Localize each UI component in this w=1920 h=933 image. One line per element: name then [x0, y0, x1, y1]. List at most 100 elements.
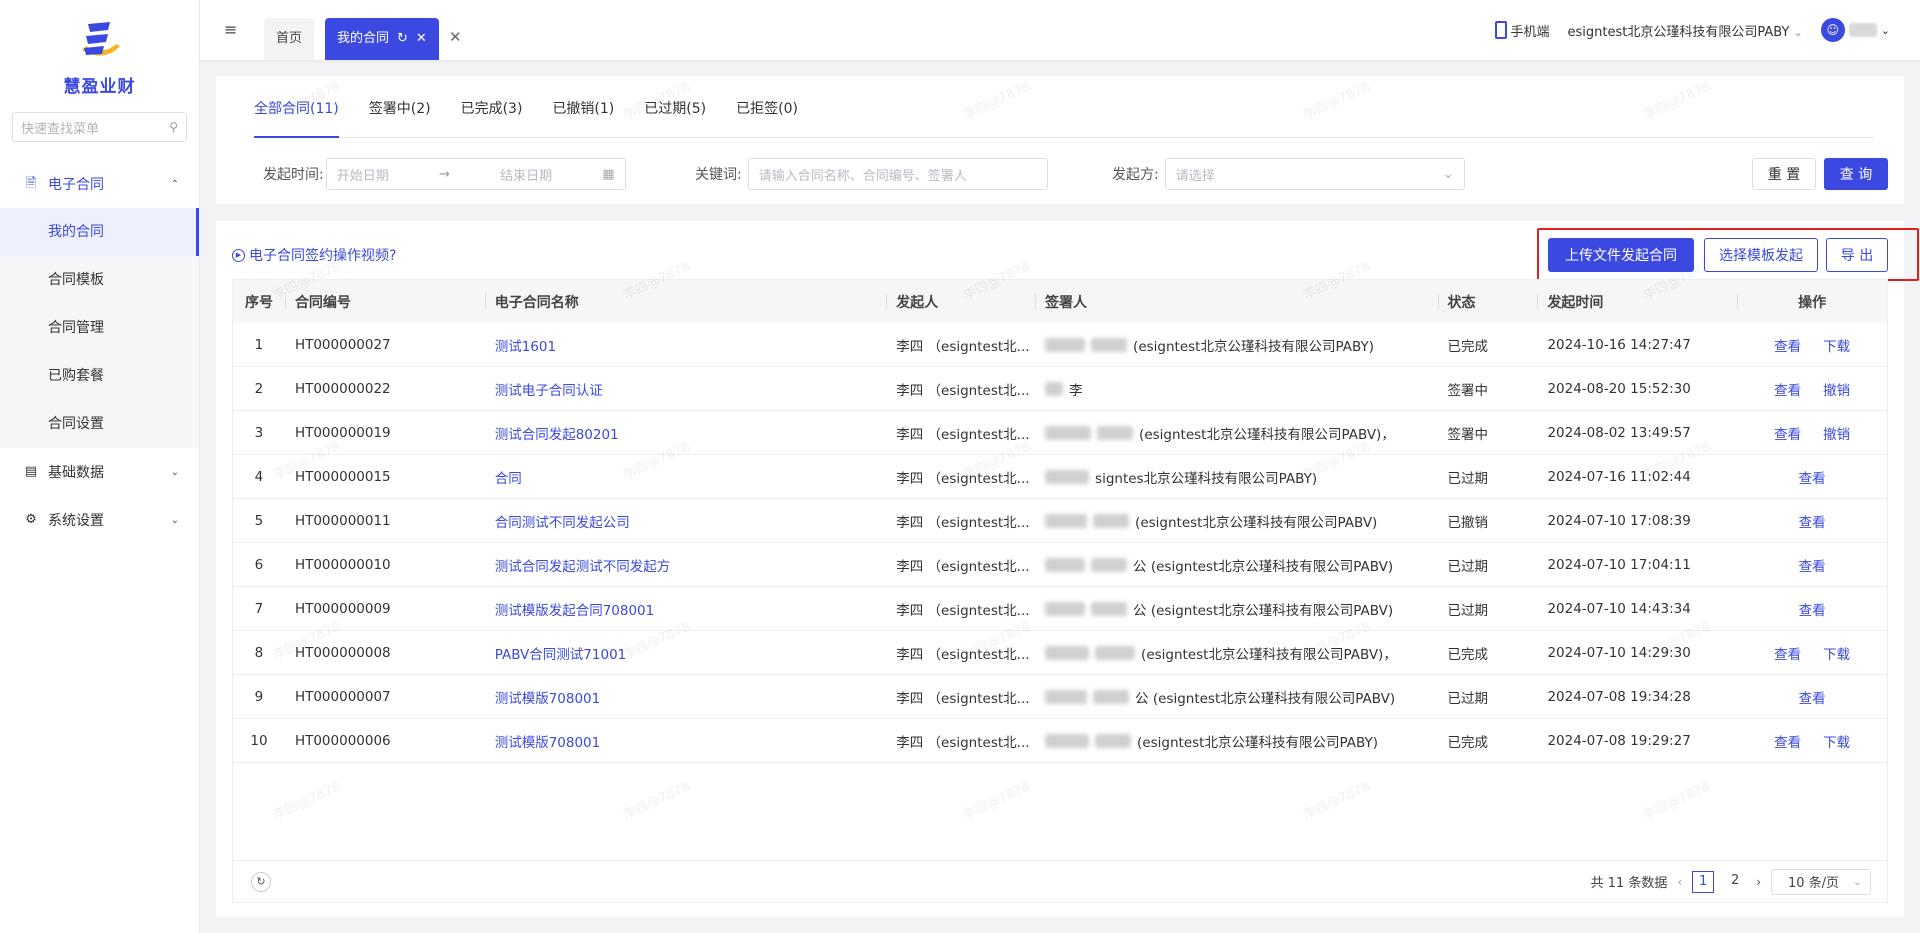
row-signer-cell: 公 (esigntest北京公瑾科技有限公司PABV) [1035, 675, 1438, 718]
highlight-annotation [1537, 228, 1919, 281]
sidebar-item-contract-settings[interactable]: 合同设置 [0, 400, 199, 448]
row-time: 2024-07-16 11:02:44 [1547, 468, 1691, 485]
menu-collapse-icon[interactable]: ≡ [224, 20, 237, 39]
menu-group-e-contract[interactable]: 🗎 电子合同 ⌃ [0, 160, 199, 208]
row-status: 已过期 [1447, 558, 1489, 575]
tab-completed[interactable]: 已完成(3) [446, 88, 538, 137]
sidebar-item-purchased-packages[interactable]: 已购套餐 [0, 352, 199, 400]
row-contract-name-cell: PABV合同测试71001 [485, 631, 887, 674]
signer-blurred [1045, 689, 1088, 704]
signer-blurred [1045, 469, 1090, 484]
chevron-up-icon: ⌃ [170, 178, 179, 190]
table-footer: ↻ 共 11 条数据 ‹ 1 2 › 10 条/页 ⌄ [233, 860, 1887, 902]
date-label: 发起时间: [263, 167, 324, 183]
menu-group-system-settings[interactable]: ⚙ 系统设置 ⌄ [0, 496, 199, 544]
row-contract-name-cell: 测试模版发起合同708001 [485, 587, 887, 630]
top-right-area: 手机端 esigntest北京公瑾科技有限公司PABY ⌄ ☺ ⌄ [1494, 18, 1890, 42]
row-action-link[interactable]: 查看 [1774, 423, 1801, 443]
tab-signing[interactable]: 签署中(2) [354, 88, 446, 137]
row-time: 2024-08-20 15:52:30 [1547, 380, 1691, 397]
contract-name-link[interactable]: 合同 [495, 467, 522, 487]
menu-group-basic-data[interactable]: ▤ 基础数据 ⌄ [0, 448, 199, 496]
table-row: 7 HT000000009 测试模版发起合同708001 李四 （esignte… [233, 587, 1887, 631]
chevron-down-icon: ⌄ [1852, 875, 1862, 888]
contract-name-link[interactable]: 测试合同发起80201 [495, 423, 619, 443]
menu-group-label: 基础数据 [48, 465, 104, 481]
row-contract-no: HT000000009 [294, 600, 391, 617]
tab-rejected[interactable]: 已拒签(0) [721, 88, 813, 137]
close-icon[interactable]: ✕ [416, 18, 427, 60]
row-status: 已过期 [1447, 690, 1489, 707]
database-icon: ▤ [24, 464, 38, 479]
tab-revoked[interactable]: 已撤销(1) [537, 88, 629, 137]
total-count: 共 11 条数据 [1590, 876, 1668, 891]
row-action-link[interactable]: 查看 [1799, 555, 1826, 575]
tab-my-contracts[interactable]: 我的合同 ↻ ✕ [325, 18, 439, 60]
row-contract-name-cell: 测试合同发起80201 [485, 411, 887, 454]
date-range-input[interactable]: 开始日期 → 结束日期 ▦ [325, 158, 626, 190]
keyword-input[interactable]: 请输入合同名称、合同编号、签署人 [747, 158, 1048, 190]
contract-icon: 🗎 [25, 176, 37, 191]
row-action-link[interactable]: 查看 [1799, 687, 1826, 707]
contract-name-link[interactable]: 测试1601 [495, 335, 556, 355]
page-1[interactable]: 1 [1692, 870, 1715, 893]
row-action-link[interactable]: 撤销 [1823, 423, 1850, 443]
row-action-link[interactable]: 查看 [1774, 379, 1801, 399]
row-action-link[interactable]: 查看 [1799, 467, 1826, 487]
mobile-entry[interactable]: 手机端 [1494, 21, 1550, 40]
company-switcher[interactable]: esigntest北京公瑾科技有限公司PABY ⌄ [1568, 21, 1803, 40]
col-index: 序号 [244, 294, 273, 311]
contract-name-link[interactable]: 合同测试不同发起公司 [495, 511, 630, 531]
sidebar-item-contract-templates[interactable]: 合同模板 [0, 256, 199, 304]
row-action-link[interactable]: 查看 [1799, 599, 1826, 619]
row-time: 2024-07-10 14:29:30 [1547, 644, 1691, 661]
row-time: 2024-07-10 14:43:34 [1547, 600, 1691, 617]
tab-all-contracts[interactable]: 全部合同(11) [254, 88, 354, 138]
signer-blurred [1045, 381, 1064, 396]
contract-name-link[interactable]: 测试模版708001 [495, 687, 601, 707]
signer-blurred [1091, 557, 1128, 572]
page-2[interactable]: 2 [1724, 871, 1746, 893]
row-status: 签署中 [1447, 426, 1489, 443]
chevron-right-icon[interactable]: › [1756, 875, 1761, 889]
row-initiator: 李四 （esigntest北... [896, 426, 1030, 443]
sidebar: 慧盈业财 快速查找菜单 ⚲ 🗎 电子合同 ⌃ 我的合同 合同模板 合同管理 已购… [0, 0, 200, 933]
sidebar-item-my-contracts[interactable]: 我的合同 [0, 208, 199, 256]
user-menu[interactable]: ☺ ⌄ [1820, 18, 1890, 42]
chevron-down-icon: ⌄ [1793, 25, 1803, 39]
sidebar-item-contract-management[interactable]: 合同管理 [0, 304, 199, 352]
contract-name-link[interactable]: 测试模版发起合同708001 [495, 599, 655, 619]
row-action-link[interactable]: 下载 [1823, 643, 1850, 663]
reset-button[interactable]: 重 置 [1752, 158, 1816, 190]
close-all-tabs-icon[interactable]: ✕ [449, 28, 462, 46]
row-action-link[interactable]: 查看 [1774, 643, 1801, 663]
row-action-link[interactable]: 查看 [1774, 335, 1801, 355]
row-time: 2024-10-16 14:27:47 [1547, 336, 1691, 353]
contract-name-link[interactable]: 测试合同发起测试不同发起方 [495, 555, 671, 575]
row-signer-cell: (esigntest北京公瑾科技有限公司PABV) [1035, 499, 1438, 542]
refresh-icon[interactable]: ↻ [251, 871, 271, 892]
tab-expired[interactable]: 已过期(5) [629, 88, 721, 137]
keyword-placeholder: 请输入合同名称、合同编号、签署人 [758, 168, 967, 184]
row-action-link[interactable]: 撤销 [1823, 379, 1850, 399]
video-tutorial-link[interactable]: ▶ 电子合同签约操作视频? [232, 245, 396, 265]
initiator-select[interactable]: 请选择 ⌄ [1164, 158, 1465, 190]
signer-blurred [1045, 733, 1090, 748]
refresh-icon[interactable]: ↻ [397, 18, 408, 60]
contract-name-link[interactable]: 测试电子合同认证 [495, 379, 603, 399]
app-logo[interactable]: 慧盈业财 [0, 0, 199, 100]
row-action-link[interactable]: 查看 [1774, 731, 1801, 751]
chevron-left-icon[interactable]: ‹ [1677, 875, 1682, 889]
contract-name-link[interactable]: PABV合同测试71001 [495, 643, 627, 663]
row-action-link[interactable]: 下载 [1823, 335, 1850, 355]
query-button[interactable]: 查 询 [1824, 158, 1888, 190]
date-filter: 发起时间: 开始日期 → 结束日期 ▦ [263, 158, 626, 190]
row-action-link[interactable]: 下载 [1823, 731, 1850, 751]
row-initiator: 李四 （esigntest北... [896, 734, 1030, 751]
contract-name-link[interactable]: 测试模版708001 [495, 731, 601, 751]
video-link-label: 电子合同签约操作视频? [249, 248, 397, 264]
tab-home[interactable]: 首页 [264, 18, 315, 60]
page-size-select[interactable]: 10 条/页 ⌄ [1771, 868, 1871, 895]
menu-search-input[interactable]: 快速查找菜单 ⚲ [12, 112, 187, 142]
row-action-link[interactable]: 查看 [1799, 511, 1826, 531]
